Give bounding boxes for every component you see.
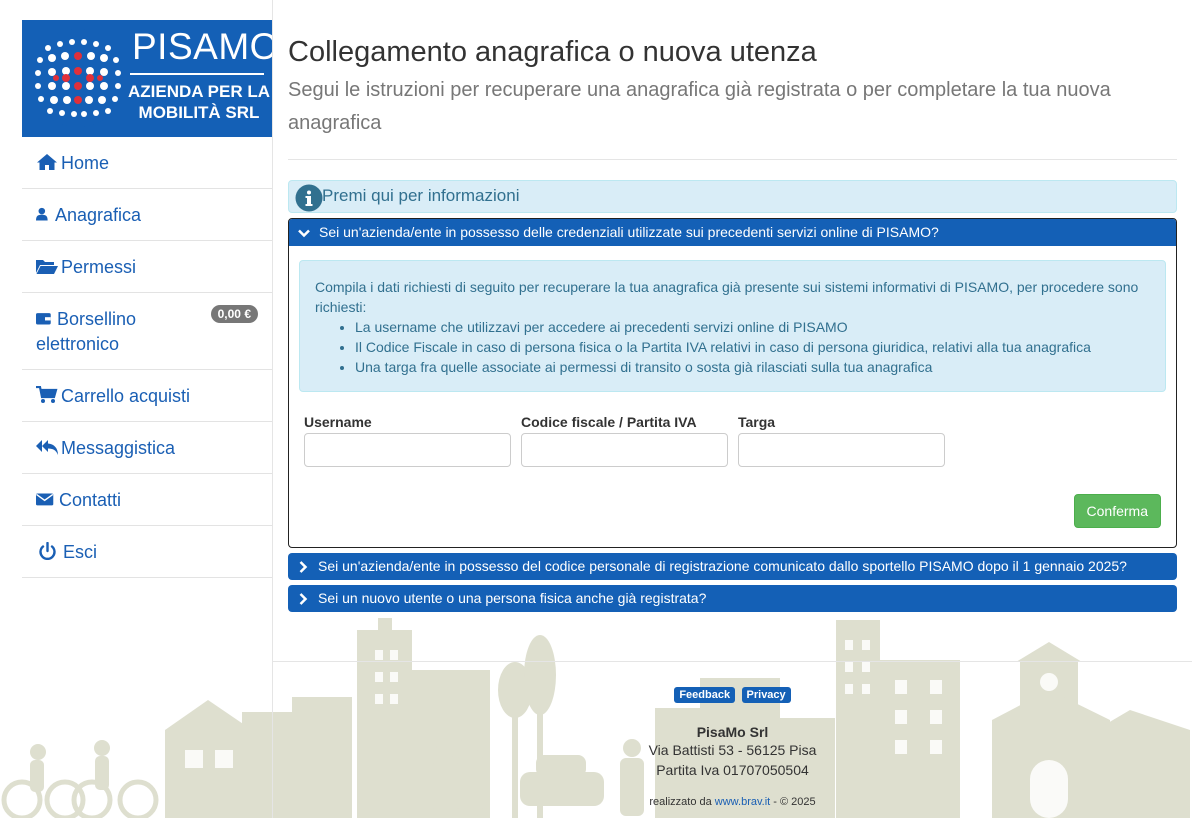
sidebar-label-home: Home <box>61 153 110 173</box>
logo-rule <box>130 73 264 75</box>
sidebar-label-anagrafica: Anagrafica <box>55 205 142 225</box>
info-toggle[interactable]: Premi qui per informazioni <box>288 180 1177 213</box>
tax-code-input[interactable] <box>521 433 728 467</box>
sidebar-link-messaggistica[interactable]: Messaggistica <box>22 422 272 473</box>
accordion-body-credentials: Compila i dati richiesti di seguito per … <box>289 246 1176 547</box>
sidebar-link-permessi[interactable]: Permessi <box>22 241 272 292</box>
title-divider <box>288 159 1177 160</box>
credit-prefix: realizzato da <box>649 796 715 808</box>
username-label: Username <box>304 414 372 430</box>
accordion-header-credentials[interactable]: Sei un'azienda/ente in possesso delle cr… <box>289 219 1176 246</box>
accordion-title-new-user: Sei un nuovo utente o una persona fisica… <box>318 590 707 606</box>
logo-subtitle-line2: MOBILITÀ SRL <box>138 103 260 122</box>
accordion-header-new-user[interactable]: Sei un nuovo utente o una persona fisica… <box>288 585 1177 612</box>
wallet-balance-badge: 0,00 € <box>210 305 258 323</box>
tax-code-label: Codice fiscale / Partita IVA <box>521 414 697 430</box>
feedback-button[interactable]: Feedback <box>674 687 736 703</box>
sidebar-label-messaggistica: Messaggistica <box>61 438 176 458</box>
sidebar-item-esci[interactable]: Esci <box>22 526 272 578</box>
sidebar: PISAMO AZIENDA PER LA MOBILITÀ SRL Home … <box>22 20 272 578</box>
requirements-list: La username che utilizzavi per accedere … <box>315 317 1150 377</box>
requirement-item: Una targa fra quelle associate ai permes… <box>355 357 1150 377</box>
user-icon <box>36 207 48 221</box>
sidebar-item-home[interactable]: Home <box>22 137 272 189</box>
sidebar-item-permessi[interactable]: Permessi <box>22 241 272 293</box>
accordion-header-registration-code[interactable]: Sei un'azienda/ente in possesso del codi… <box>288 553 1177 580</box>
credentials-form: Username Codice fiscale / Partita IVA Ta… <box>299 414 1166 467</box>
username-group: Username <box>304 414 511 467</box>
plate-group: Targa <box>738 414 945 467</box>
main-content: Collegamento anagrafica o nuova utenza S… <box>288 20 1177 612</box>
sidebar-label-permessi: Permessi <box>61 257 137 277</box>
sidebar-link-esci[interactable]: Esci <box>22 526 272 577</box>
sidebar-link-carrello[interactable]: Carrello acquisti <box>22 370 272 421</box>
logo-brand: PISAMO <box>132 26 272 67</box>
cart-icon <box>36 386 58 403</box>
info-icon <box>295 184 323 212</box>
globe-logo-icon <box>29 29 127 127</box>
info-label: Premi qui per informazioni <box>322 186 520 205</box>
accordion-title-registration-code: Sei un'azienda/ente in possesso del codi… <box>318 558 1127 574</box>
username-input[interactable] <box>304 433 511 467</box>
logo-subtitle: AZIENDA PER LA MOBILITÀ SRL <box>126 81 272 123</box>
footer-buttons: Feedback Privacy <box>273 685 1192 703</box>
confirm-button[interactable]: Conferma <box>1073 494 1161 528</box>
sidebar-item-anagrafica[interactable]: Anagrafica <box>22 189 272 241</box>
credit-link[interactable]: www.brav.it <box>715 796 770 808</box>
sidebar-nav: Home Anagrafica Permessi Borsellino elet… <box>22 137 272 578</box>
company-name: PisaMo Srl <box>696 724 769 740</box>
plate-input[interactable] <box>738 433 945 467</box>
credit-line: realizzato da www.brav.it - © 2025 <box>273 796 1192 808</box>
sidebar-item-carrello[interactable]: Carrello acquisti <box>22 370 272 422</box>
credit-suffix: - © 2025 <box>770 796 816 808</box>
reply-all-icon <box>36 440 58 455</box>
footer-divider <box>273 661 1192 662</box>
requirement-item: Il Codice Fiscale in caso di persona fis… <box>355 337 1150 357</box>
company-address: Via Battisti 53 - 56125 Pisa <box>648 742 817 758</box>
privacy-button[interactable]: Privacy <box>741 687 791 703</box>
logo-subtitle-line1: AZIENDA PER LA <box>128 82 270 101</box>
pisamo-logo[interactable]: PISAMO AZIENDA PER LA MOBILITÀ SRL <box>22 20 272 137</box>
chevron-down-icon <box>298 229 310 238</box>
wallet-icon <box>36 313 51 325</box>
page-subtitle: Segui le istruzioni per recuperare una a… <box>288 79 1111 134</box>
sidebar-label-carrello: Carrello acquisti <box>61 386 191 406</box>
envelope-icon <box>36 493 54 506</box>
tax-code-group: Codice fiscale / Partita IVA <box>521 414 728 467</box>
page-title: Collegamento anagrafica o nuova utenza <box>288 36 817 68</box>
requirement-item: La username che utilizzavi per accedere … <box>355 317 1150 337</box>
chevron-right-icon <box>299 561 308 573</box>
sidebar-item-contatti[interactable]: Contatti <box>22 474 272 526</box>
sidebar-label-contatti: Contatti <box>59 490 122 510</box>
sidebar-item-messaggistica[interactable]: Messaggistica <box>22 422 272 474</box>
accordion-panel-credentials: Sei un'azienda/ente in possesso delle cr… <box>288 218 1177 548</box>
sidebar-item-borsellino[interactable]: Borsellino elettronico 0,00 € <box>22 293 272 370</box>
plate-label: Targa <box>738 414 776 430</box>
accordion-title-credentials: Sei un'azienda/ente in possesso delle cr… <box>319 224 939 240</box>
instructions-intro: Compila i dati richiesti di seguito per … <box>315 279 1139 315</box>
instructions-alert: Compila i dati richiesti di seguito per … <box>299 260 1166 392</box>
sidebar-link-home[interactable]: Home <box>22 137 272 188</box>
home-icon <box>37 154 57 170</box>
sidebar-label-esci: Esci <box>63 542 98 562</box>
folder-open-icon <box>36 260 58 274</box>
footer: Feedback Privacy PisaMo Srl Via Battisti… <box>273 661 1192 808</box>
company-vat: Partita Iva 01707050504 <box>656 762 809 778</box>
sidebar-link-anagrafica[interactable]: Anagrafica <box>22 189 272 240</box>
chevron-right-icon <box>299 593 308 605</box>
power-icon <box>39 542 56 560</box>
sidebar-link-contatti[interactable]: Contatti <box>22 474 272 525</box>
